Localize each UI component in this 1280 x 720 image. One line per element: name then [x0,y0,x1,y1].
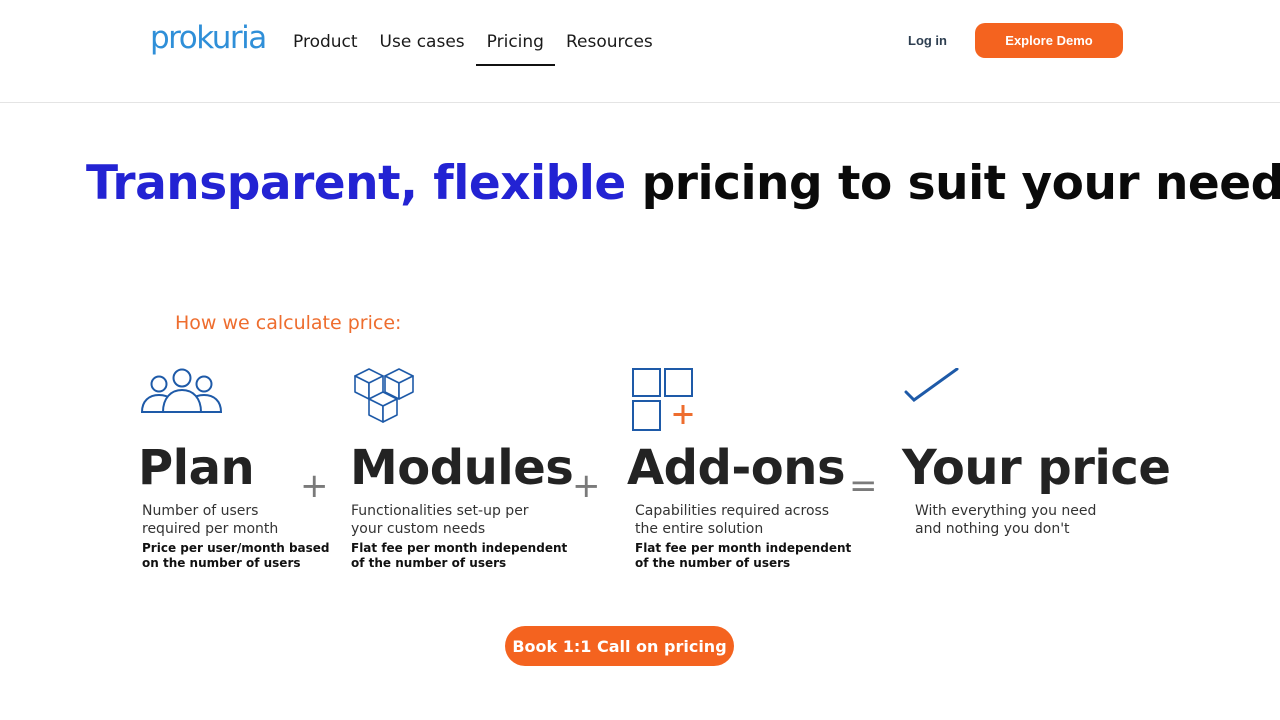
modules-description: Functionalities set-up per your custom n… [351,502,529,538]
plan-note-line: Price per user/month based [142,541,330,555]
nav-item-product[interactable]: Product [282,24,369,66]
nav-item-pricing[interactable]: Pricing [475,24,555,66]
calc-label: How we calculate price: [175,312,402,334]
modules-note: Flat fee per month independent of the nu… [351,541,567,571]
price-description: With everything you need and nothing you… [915,502,1096,538]
modules-desc-line: Functionalities set-up per [351,503,529,519]
site-header: prokuria Product Use cases Pricing Resou… [0,0,1280,103]
explore-demo-button[interactable]: Explore Demo [975,23,1123,58]
add-blocks-icon [632,368,696,432]
plan-desc-line: required per month [142,521,279,537]
equals-sign: = [849,466,878,506]
modules-title: Modules [350,440,574,496]
addons-description: Capabilities required across the entire … [635,502,829,538]
price-desc-line: and nothing you don't [915,521,1070,537]
prokuria-logo[interactable]: prokuria [150,20,267,56]
plan-desc-line: Number of users [142,503,259,519]
addons-title: Add-ons [627,440,846,496]
price-desc-line: With everything you need [915,503,1097,519]
book-call-button[interactable]: Book 1:1 Call on pricing [505,626,734,666]
nav-item-use-cases[interactable]: Use cases [369,24,476,66]
addons-desc-line: Capabilities required across [635,503,830,519]
plan-description: Number of users required per month [142,502,278,538]
addons-note: Flat fee per month independent of the nu… [635,541,851,571]
main-nav: Product Use cases Pricing Resources [282,24,664,66]
cubes-icon [353,368,417,430]
modules-note-line: Flat fee per month independent [351,541,568,555]
addons-note-line: of the number of users [635,556,791,570]
title-accent: Transparent, flexible [86,156,626,211]
plus-sign: + [572,466,601,506]
users-group-icon [140,368,224,414]
plus-sign: + [300,466,329,506]
addons-note-line: Flat fee per month independent [635,541,852,555]
plan-note: Price per user/month based on the number… [142,541,330,571]
plan-title: Plan [138,440,255,496]
plan-note-line: on the number of users [142,556,301,570]
login-link[interactable]: Log in [908,33,947,48]
title-rest: pricing to suit your needs [641,156,1280,211]
price-title: Your price [902,440,1171,496]
nav-item-resources[interactable]: Resources [555,24,664,66]
modules-note-line: of the number of users [351,556,507,570]
addons-desc-line: the entire solution [635,521,764,537]
modules-desc-line: your custom needs [351,521,486,537]
page-title: Transparent, flexible pricing to suit yo… [86,156,1280,211]
checkmark-icon [904,368,960,406]
